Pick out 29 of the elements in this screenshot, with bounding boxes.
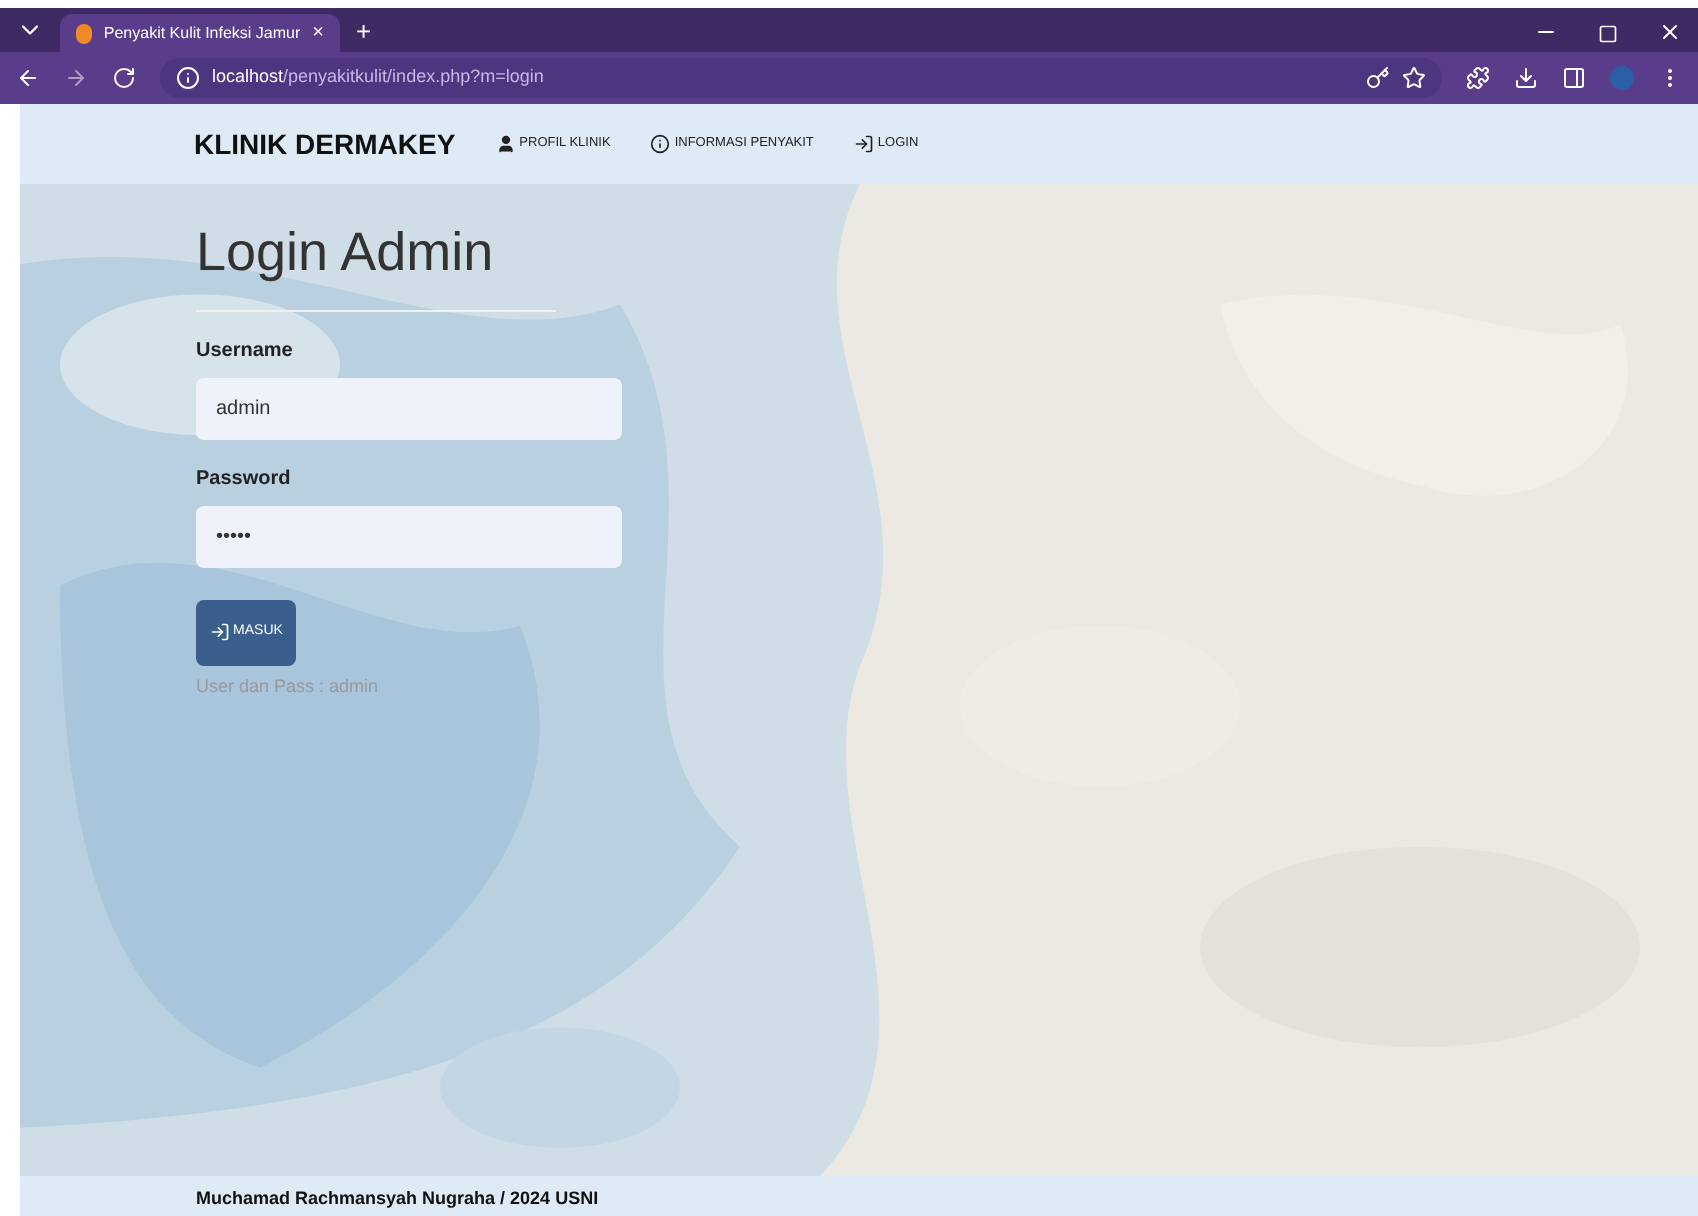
login-icon (209, 622, 230, 642)
download-icon[interactable] (1514, 66, 1538, 90)
key-icon[interactable] (1366, 66, 1390, 90)
footer-text: Muchamad Rachmansyah Nugraha / 2024 USNI (196, 1188, 599, 1208)
hint-text: User dan Pass : admin (196, 673, 381, 699)
tab-close[interactable]: × (312, 18, 324, 48)
field-label: Username (196, 337, 295, 365)
user-icon (495, 134, 516, 154)
site-info-icon[interactable] (176, 66, 200, 90)
address-bar[interactable]: localhost/penyakitkulit/index.php?m=login (160, 58, 1442, 98)
favicon-icon (76, 23, 92, 43)
input-field[interactable]: admin (196, 377, 622, 439)
side-panel-icon[interactable] (1562, 66, 1586, 90)
field-label: Password (196, 465, 293, 493)
input-field[interactable]: ••••• (196, 505, 622, 567)
reload-icon[interactable] (112, 66, 136, 90)
url-text: localhost/penyakitkulit/index.php?m=login (212, 64, 544, 91)
close-icon[interactable] (1658, 20, 1682, 44)
tab-title: Penyakit Kulit Infeksi Jamur (103, 21, 301, 45)
browser-tab[interactable]: Penyakit Kulit Infeksi Jamur × (60, 14, 340, 52)
login-icon (853, 134, 874, 154)
bookmark-icon[interactable] (1402, 66, 1426, 90)
page-title: Login Admin (196, 212, 556, 311)
new-tab-button[interactable]: + (356, 18, 372, 44)
back-icon[interactable] (16, 66, 40, 90)
brand-title[interactable]: KLINIK DERMAKEY (194, 123, 456, 165)
maximize-icon[interactable] (1598, 24, 1618, 44)
info-icon (650, 134, 671, 154)
extensions-icon[interactable] (1466, 66, 1490, 90)
